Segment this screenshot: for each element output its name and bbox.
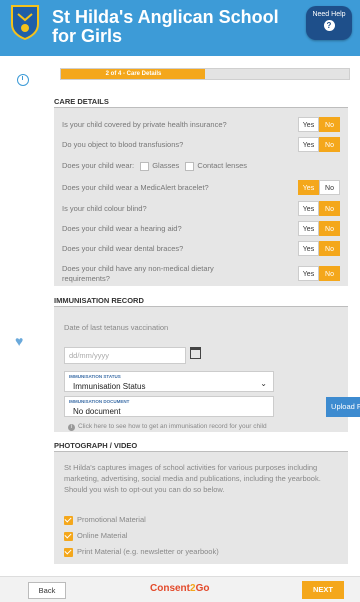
wear-question-row: Does your child wear: Glasses Contact le… [62,161,340,171]
need-help-button[interactable]: Need Help ? [306,6,352,40]
immunisation-document-field[interactable]: IMMUNISATION DOCUMENT No document [64,396,274,417]
school-crest-logo [11,5,39,40]
care-details-panel: Is your child covered by private health … [54,108,348,286]
question-text: Does your child have any non-medical die… [62,264,214,283]
photo-video-title: PHOTOGRAPH / VIDEO [54,441,138,450]
option-label: Print Material (e.g. newsletter or yearb… [77,547,219,556]
yes-no-toggle: Yes No [298,221,340,236]
opt-out-option[interactable]: Online Material [64,531,127,541]
immunisation-status-select[interactable]: IMMUNISATION STATUS Immunisation Status … [64,371,274,392]
yes-no-toggle: Yes No [298,137,340,152]
no-button[interactable]: No [319,180,340,195]
yes-button[interactable]: Yes [298,117,319,132]
yes-button[interactable]: Yes [298,221,319,236]
no-button[interactable]: No [319,117,340,132]
tetanus-date-input[interactable]: dd/mm/yyyy [64,347,186,364]
yes-no-toggle: Yes No [298,266,340,281]
yes-button[interactable]: Yes [298,241,319,256]
app-header: St Hilda's Anglican School for Girls Nee… [0,0,360,56]
opt-out-option[interactable]: Promotional Material [64,515,146,525]
wear-question-text: Does your child wear: [62,161,135,170]
need-help-label: Need Help [312,11,346,18]
question-text: Do you object to blood transfusions? [62,140,184,149]
document-value: No document [73,407,121,416]
status-value: Immunisation Status [73,382,146,391]
yes-no-toggle: Yes No [298,241,340,256]
question-text: Is your child covered by private health … [62,120,227,129]
glasses-checkbox[interactable] [140,161,150,171]
chevron-down-icon: ⌄ [260,379,267,388]
immunisation-panel: Date of last tetanus vaccination dd/mm/y… [54,307,360,432]
calendar-icon[interactable] [190,347,201,359]
no-button[interactable]: No [319,137,340,152]
yes-no-toggle: Yes No [298,180,340,195]
photo-consent-paragraph: St Hilda's captures images of school act… [64,463,321,494]
no-button[interactable]: No [319,221,340,236]
info-icon: i [68,424,75,431]
heart-pulse-icon: ♥ [15,333,24,349]
contact-lenses-label: Contact lenses [197,161,248,170]
question-text: Does your child wear a hearing aid? [62,224,182,233]
back-button[interactable]: Back [28,582,66,599]
yes-button[interactable]: Yes [298,180,319,195]
question-text: Does your child wear a MedicAlert bracel… [62,183,209,192]
yes-button[interactable]: Yes [298,137,319,152]
clock-icon [17,74,29,86]
status-field-label: IMMUNISATION STATUS [69,374,121,379]
question-text: Is your child colour blind? [62,204,147,213]
document-field-label: IMMUNISATION DOCUMENT [69,399,130,404]
school-name: St Hilda's Anglican School for Girls [52,7,279,46]
question-text: Does your child wear dental braces? [62,244,184,253]
yes-button[interactable]: Yes [298,201,319,216]
left-rail: ♥ [0,56,48,576]
contact-lenses-checkbox[interactable] [185,161,195,171]
photo-video-panel: St Hilda's captures images of school act… [54,452,348,564]
next-button[interactable]: NEXT [302,581,344,599]
yes-no-toggle: Yes No [298,201,340,216]
option-label: Online Material [77,531,128,540]
tetanus-date-label: Date of last tetanus vaccination [64,323,169,332]
immunisation-title: IMMUNISATION RECORD [54,296,144,305]
footer-bar: Back Consent2Go NEXT [0,576,360,602]
consent2go-logo: Consent2Go [150,583,210,594]
upload-file-button[interactable]: Upload File [326,397,360,417]
yes-button[interactable]: Yes [298,266,319,281]
option-label: Promotional Material [77,515,146,524]
no-button[interactable]: No [319,241,340,256]
checkbox-checked-icon[interactable] [64,531,73,541]
immunisation-help-link[interactable]: i Click here to see how to get an immunis… [68,423,267,431]
immunisation-help-text: Click here to see how to get an immunisa… [78,423,267,430]
checkbox-checked-icon[interactable] [64,515,73,525]
no-button[interactable]: No [319,201,340,216]
progress-label: 2 of 4 - Care Details [105,71,162,77]
yes-no-toggle: Yes No [298,117,340,132]
checkbox-checked-icon[interactable] [64,547,73,557]
opt-out-option[interactable]: Print Material (e.g. newsletter or yearb… [64,547,219,557]
step-progress-bar: 2 of 4 - Care Details [60,68,350,80]
glasses-label: Glasses [152,161,180,170]
care-details-title: CARE DETAILS [54,97,109,106]
help-icon: ? [323,20,335,31]
no-button[interactable]: No [319,266,340,281]
